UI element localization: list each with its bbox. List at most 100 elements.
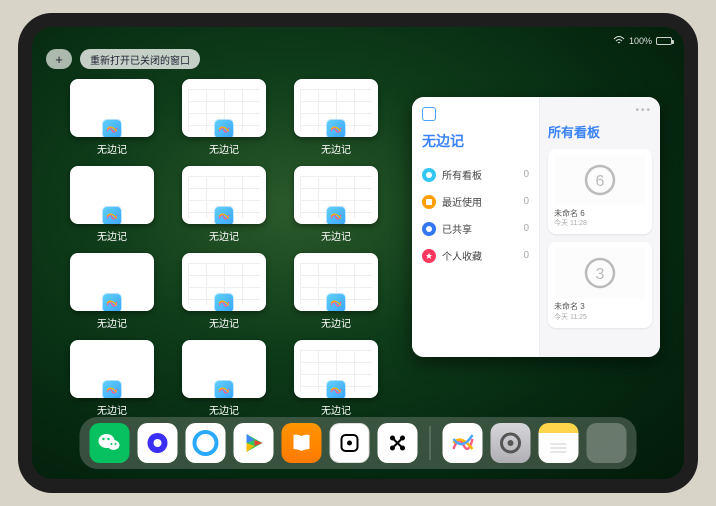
switcher-thumb[interactable]: 无边记 xyxy=(292,253,380,330)
dock-app-play[interactable] xyxy=(234,423,274,463)
thumb-label: 无边记 xyxy=(97,402,127,417)
freeform-app-icon xyxy=(326,119,346,137)
menu-label: 个人收藏 xyxy=(442,248,482,263)
add-button[interactable]: + xyxy=(46,49,72,69)
thumb-window xyxy=(294,79,378,137)
menu-icon xyxy=(422,249,436,263)
status-icons: 100% xyxy=(613,35,672,47)
preview-content: ••• 所有看板 6 未命名 6 今天 11:28 3 未命名 3 今天 11:… xyxy=(540,97,660,357)
switcher-thumb[interactable]: 无边记 xyxy=(180,253,268,330)
dock-app-notes[interactable] xyxy=(539,423,579,463)
freeform-app-icon xyxy=(214,119,234,137)
freeform-app-icon xyxy=(326,380,346,398)
board-meta: 未命名 6 今天 11:28 xyxy=(554,209,646,228)
board-date: 今天 11:25 xyxy=(554,313,646,322)
freeform-app-icon xyxy=(102,206,122,224)
menu-count: 0 xyxy=(523,223,529,234)
sidebar-toggle-icon[interactable] xyxy=(422,107,436,121)
menu-icon xyxy=(422,222,436,236)
switcher-thumb[interactable]: 无边记 xyxy=(68,166,156,243)
freeform-app-icon xyxy=(214,206,234,224)
thumb-label: 无边记 xyxy=(209,228,239,243)
board-thumbnail: 3 xyxy=(554,248,646,298)
switcher-thumb[interactable]: 无边记 xyxy=(68,79,156,156)
board-name: 未命名 3 xyxy=(554,302,646,312)
freeform-app-icon xyxy=(326,293,346,311)
switcher-thumb[interactable]: 无边记 xyxy=(292,79,380,156)
preview-right-title: 所有看板 xyxy=(548,122,652,141)
freeform-app-icon xyxy=(102,119,122,137)
thumb-label: 无边记 xyxy=(321,315,351,330)
dock-app-qqbrowser[interactable] xyxy=(186,423,226,463)
menu-count: 0 xyxy=(523,196,529,207)
sidebar-menu-item[interactable]: 已共享 0 xyxy=(422,215,529,242)
switcher-thumb[interactable]: 无边记 xyxy=(68,253,156,330)
switcher-thumb[interactable]: 无边记 xyxy=(180,79,268,156)
menu-icon xyxy=(422,195,436,209)
thumb-label: 无边记 xyxy=(321,228,351,243)
freeform-app-icon xyxy=(214,380,234,398)
thumb-label: 无边记 xyxy=(321,402,351,417)
freeform-preview-window[interactable]: 无边记 所有看板 0 最近使用 0 已共享 0 个人收藏 xyxy=(412,97,660,357)
dock-app-dice[interactable] xyxy=(330,423,370,463)
wifi-icon xyxy=(613,35,625,47)
menu-label: 最近使用 xyxy=(442,194,482,209)
menu-count: 0 xyxy=(523,169,529,180)
thumb-label: 无边记 xyxy=(97,315,127,330)
thumb-window xyxy=(294,253,378,311)
thumb-label: 无边记 xyxy=(209,141,239,156)
dock-app-quark[interactable] xyxy=(138,423,178,463)
dock xyxy=(80,417,637,469)
thumb-label: 无边记 xyxy=(97,228,127,243)
menu-label: 已共享 xyxy=(442,221,472,236)
thumb-window xyxy=(182,253,266,311)
plus-icon: + xyxy=(55,52,63,67)
reopen-label: 重新打开已关闭的窗口 xyxy=(90,52,190,67)
menu-label: 所有看板 xyxy=(442,167,482,182)
board-meta: 未命名 3 今天 11:25 xyxy=(554,302,646,321)
freeform-app-icon xyxy=(102,293,122,311)
thumb-window xyxy=(294,166,378,224)
preview-sidebar: 无边记 所有看板 0 最近使用 0 已共享 0 个人收藏 xyxy=(412,97,540,357)
thumb-label: 无边记 xyxy=(209,402,239,417)
thumb-window xyxy=(70,79,154,137)
switcher-thumb[interactable]: 无边记 xyxy=(292,340,380,417)
preview-title: 无边记 xyxy=(422,131,529,151)
sidebar-menu-item[interactable]: 个人收藏 0 xyxy=(422,242,529,269)
svg-text:6: 6 xyxy=(596,173,605,190)
freeform-app-icon xyxy=(102,380,122,398)
sidebar-menu-item[interactable]: 所有看板 0 xyxy=(422,161,529,188)
reopen-closed-window-button[interactable]: 重新打开已关闭的窗口 xyxy=(80,49,200,69)
screen: 100% + 重新打开已关闭的窗口 无边记 无边记 xyxy=(32,27,684,479)
freeform-app-icon xyxy=(326,206,346,224)
switcher-thumb[interactable]: 无边记 xyxy=(180,166,268,243)
dock-app-freeform[interactable] xyxy=(443,423,483,463)
menu-icon xyxy=(422,168,436,182)
dock-app-settings[interactable] xyxy=(491,423,531,463)
switcher-thumb[interactable]: 无边记 xyxy=(68,340,156,417)
dock-app-folder[interactable] xyxy=(587,423,627,463)
dock-separator xyxy=(430,426,431,460)
thumb-window xyxy=(182,79,266,137)
thumb-label: 无边记 xyxy=(321,141,351,156)
thumb-label: 无边记 xyxy=(97,141,127,156)
board-name: 未命名 6 xyxy=(554,209,646,219)
freeform-app-icon xyxy=(214,293,234,311)
more-icon[interactable]: ••• xyxy=(548,105,652,116)
board-card[interactable]: 3 未命名 3 今天 11:25 xyxy=(548,242,652,327)
dock-app-dots[interactable] xyxy=(378,423,418,463)
switcher-thumb[interactable]: 无边记 xyxy=(292,166,380,243)
thumb-label: 无边记 xyxy=(209,315,239,330)
dock-app-wechat[interactable] xyxy=(90,423,130,463)
board-card[interactable]: 6 未命名 6 今天 11:28 xyxy=(548,149,652,234)
switcher-thumb[interactable]: 无边记 xyxy=(180,340,268,417)
thumb-window xyxy=(294,340,378,398)
ipad-frame: 100% + 重新打开已关闭的窗口 无边记 无边记 xyxy=(18,13,698,493)
battery-pct: 100% xyxy=(629,36,652,46)
board-thumbnail: 6 xyxy=(554,155,646,205)
thumb-window xyxy=(70,253,154,311)
menu-count: 0 xyxy=(523,250,529,261)
sidebar-menu-item[interactable]: 最近使用 0 xyxy=(422,188,529,215)
dock-app-books[interactable] xyxy=(282,423,322,463)
board-date: 今天 11:28 xyxy=(554,219,646,228)
